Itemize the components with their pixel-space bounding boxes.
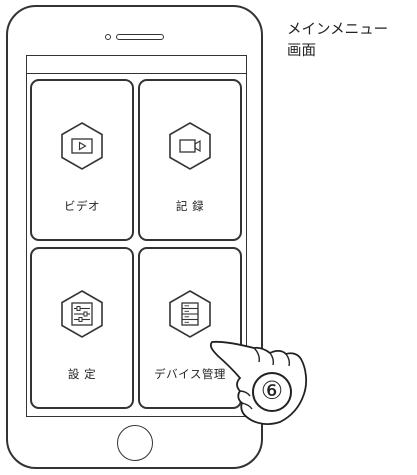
play-video-icon: [61, 122, 103, 170]
status-bar: [27, 56, 246, 74]
menu-tile-settings[interactable]: 設 定: [30, 247, 134, 409]
server-device-icon: [169, 290, 211, 338]
sliders-settings-icon: [61, 290, 103, 338]
menu-tile-label: ビデオ: [64, 199, 100, 213]
screen-caption: メインメニュー 画面: [287, 20, 412, 62]
caption-line-2: 画面: [287, 43, 316, 59]
camera-record-icon: [169, 122, 211, 170]
menu-tile-label: 設 定: [67, 367, 97, 381]
speaker-slot: [116, 34, 164, 40]
home-button[interactable]: [117, 425, 153, 461]
caption-line-1: メインメニュー: [287, 22, 389, 38]
step-number-badge: ⑥: [252, 372, 292, 412]
menu-tile-video[interactable]: ビデオ: [30, 79, 134, 241]
menu-tile-record[interactable]: 記 録: [138, 79, 242, 241]
menu-tile-label: 記 録: [175, 199, 205, 213]
front-camera-dot: [105, 34, 111, 40]
